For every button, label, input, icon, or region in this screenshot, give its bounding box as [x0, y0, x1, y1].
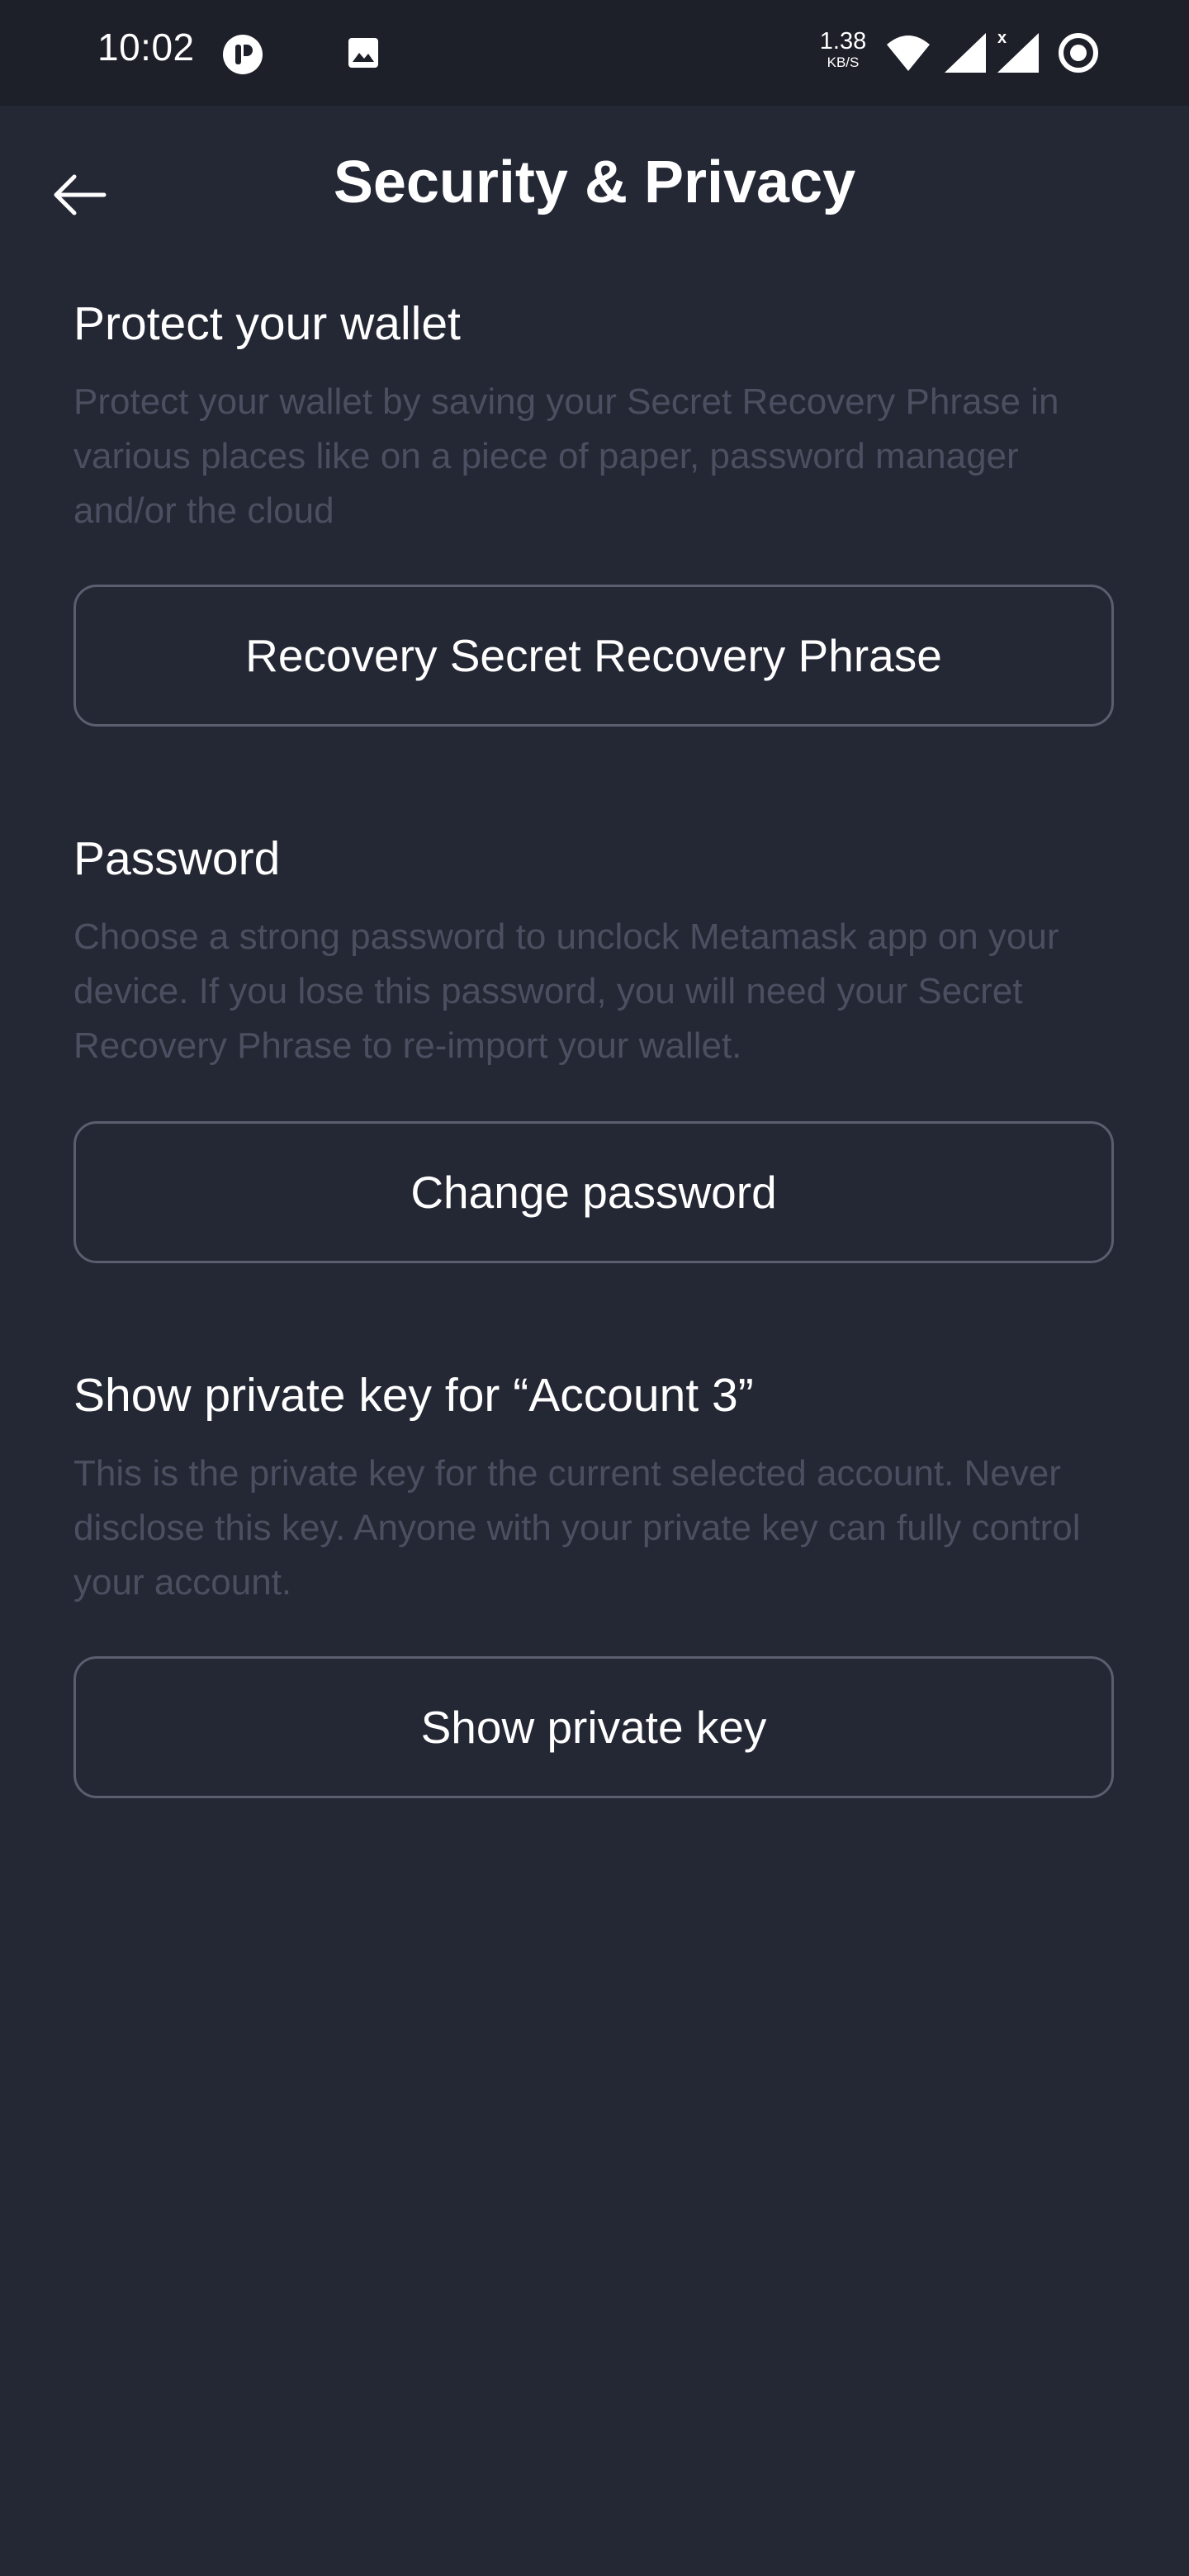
signal-icon: x	[997, 29, 1039, 73]
private-key-section: Show private key for “Account 3” This is…	[73, 1366, 1116, 1610]
recovery-phrase-button[interactable]: Recovery Secret Recovery Phrase	[73, 585, 1114, 727]
record-icon	[1059, 33, 1098, 73]
show-private-key-button[interactable]: Show private key	[73, 1656, 1114, 1798]
section-description-private-key: This is the private key for the current …	[73, 1453, 1081, 1603]
protect-wallet-section: Protect your wallet Protect your wallet …	[73, 294, 1116, 538]
status-time: 10:02	[97, 26, 195, 69]
section-title-password: Password	[73, 832, 281, 885]
section-title-private-key: Show private key for “Account 3”	[73, 1369, 754, 1422]
network-speed-value: 1.38	[819, 28, 867, 54]
app-notification-icon	[223, 35, 263, 74]
password-section: Password Choose a strong password to unc…	[73, 829, 1116, 1073]
svg-text:x: x	[997, 29, 1007, 47]
section-description-password: Choose a strong password to unclock Meta…	[73, 916, 1059, 1066]
section-description-protect-wallet: Protect your wallet by saving your Secre…	[73, 381, 1059, 531]
wifi-icon	[887, 36, 930, 71]
status-bar: 10:02 1.38 KB/S x	[0, 0, 1189, 106]
change-password-button[interactable]: Change password	[73, 1121, 1114, 1263]
app-header: Security & Privacy	[0, 106, 1189, 271]
network-speed-unit: KB/S	[827, 54, 860, 70]
page-title: Security & Privacy	[333, 149, 856, 215]
image-notification-icon	[348, 38, 378, 68]
signal-no-data-icon	[945, 33, 986, 73]
section-title-protect-wallet: Protect your wallet	[73, 297, 461, 350]
network-speed: 1.38 KB/S	[814, 28, 872, 70]
